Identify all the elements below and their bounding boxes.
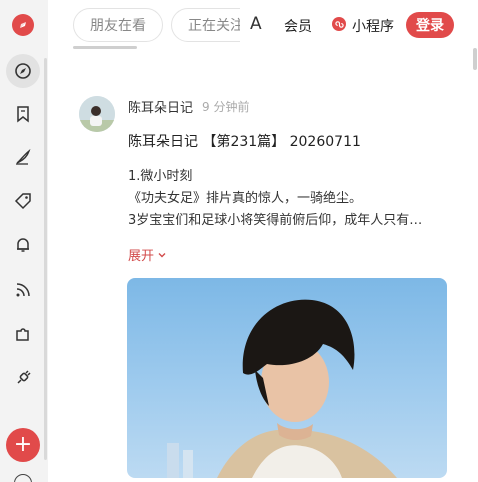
tag-icon[interactable] <box>12 190 34 212</box>
compass-icon[interactable] <box>6 54 40 88</box>
logo-icon[interactable] <box>12 14 34 36</box>
mini-program-icon[interactable] <box>332 17 346 31</box>
mini-program-link[interactable]: 小程序 <box>352 16 394 36</box>
vip-link[interactable]: 会员 <box>284 16 312 36</box>
avatar[interactable] <box>79 96 115 132</box>
post-body: 1.微小时刻 《功夫女足》排片真的惊人，一骑绝尘。 3岁宝宝们和足球小将笑得前俯… <box>128 166 446 232</box>
bell-icon[interactable] <box>12 234 34 256</box>
font-size-button[interactable]: A <box>250 14 262 34</box>
main-scrollbar[interactable] <box>473 48 477 70</box>
post-image[interactable] <box>127 278 447 478</box>
bookmark-icon[interactable] <box>12 103 34 125</box>
post-time: 9 分钟前 <box>202 100 250 114</box>
sidebar: + <box>0 0 48 482</box>
expand-button[interactable]: 展开 <box>128 245 167 264</box>
tab-label: 正在关注 <box>188 18 244 34</box>
login-button[interactable]: 登录 <box>406 12 454 38</box>
partial-icon[interactable] <box>14 474 32 482</box>
post-title[interactable]: 陈耳朵日记 【第231篇】 20260711 <box>128 131 361 151</box>
add-icon[interactable]: + <box>6 428 40 462</box>
chevron-down-icon <box>158 252 166 257</box>
tab-label: 朋友在看 <box>90 18 146 34</box>
tab-friends-watching[interactable]: 朋友在看 <box>73 8 163 42</box>
sidebar-scrollbar[interactable] <box>44 58 47 460</box>
puzzle-icon[interactable] <box>12 323 34 345</box>
author-name[interactable]: 陈耳朵日记 <box>128 97 193 116</box>
rss-icon[interactable] <box>12 279 34 301</box>
post-line: 《功夫女足》排片真的惊人，一骑绝尘。 <box>128 191 363 206</box>
pen-icon[interactable] <box>12 146 34 168</box>
plugin-icon[interactable] <box>12 367 34 389</box>
post-line: 3岁宝宝们和足球小将笑得前俯后仰，成年人只有… <box>128 213 423 228</box>
post-line: 1.微小时刻 <box>128 169 193 184</box>
tab-indicator <box>73 46 137 49</box>
expand-label: 展开 <box>128 249 155 264</box>
